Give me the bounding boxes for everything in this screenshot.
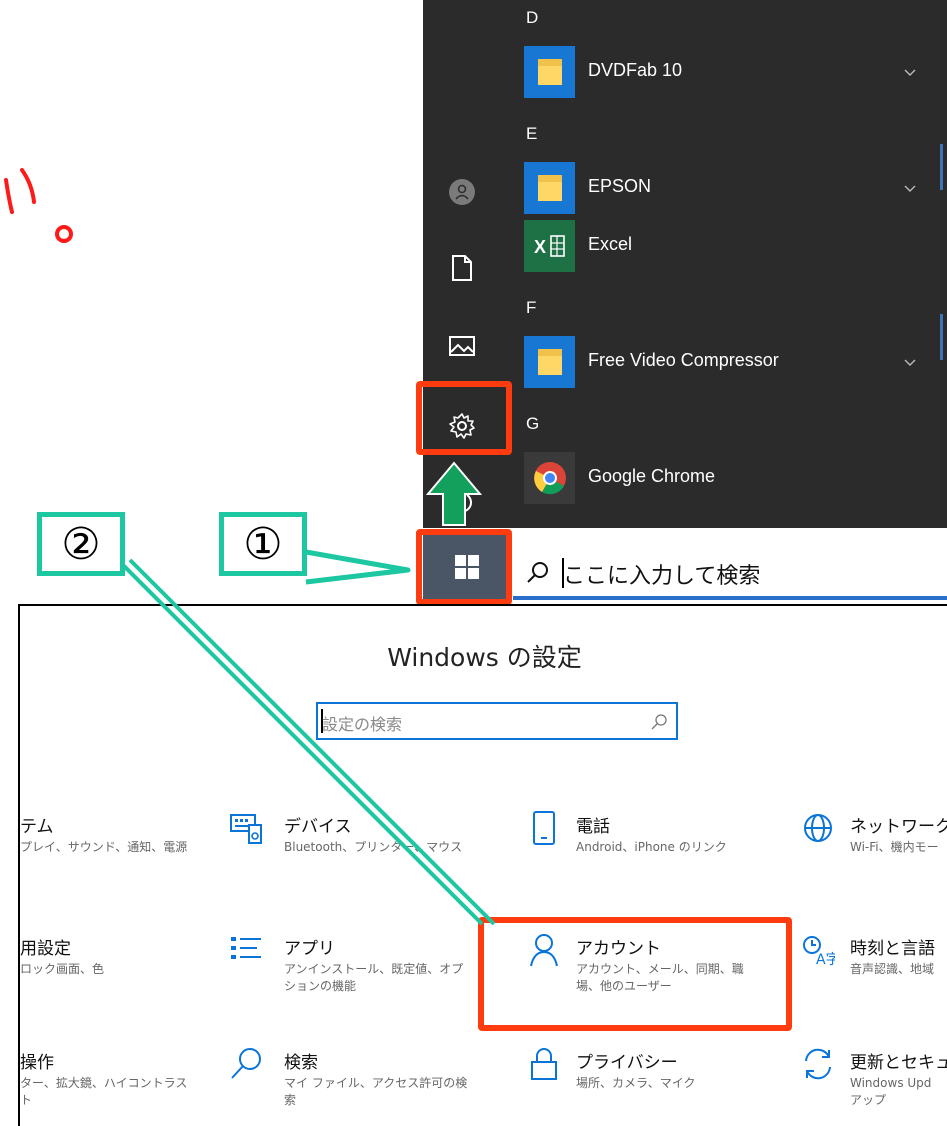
- handwritten-annotation: [0, 160, 80, 254]
- tile-title: プライバシー: [576, 1053, 678, 1073]
- tile-title: 更新とセキュ: [850, 1053, 947, 1073]
- gear-highlight-box: [416, 381, 512, 455]
- callout-step-1: ①: [219, 512, 307, 576]
- tile-privacy[interactable]: プライバシー 場所、カメラ、マイク: [524, 1044, 764, 1104]
- taskbar-search-box[interactable]: ここに入力して検索: [513, 548, 947, 600]
- tile-devices[interactable]: デバイス Bluetooth、プリンター、マウス: [226, 808, 466, 868]
- group-letter-d[interactable]: D: [526, 8, 538, 28]
- excel-icon: X: [524, 220, 575, 272]
- tile-edge: [940, 314, 943, 360]
- user-icon[interactable]: [444, 174, 480, 210]
- tile-title: 用設定: [20, 939, 71, 959]
- tile-title: アプリ: [284, 939, 335, 959]
- chevron-down-icon[interactable]: [904, 66, 916, 78]
- app-name: Google Chrome: [588, 466, 716, 486]
- tile-time-language[interactable]: A字 時刻と言語 音声認識、地域: [798, 930, 947, 990]
- tile-desc: アンインストール、既定値、オプションの機能: [284, 962, 464, 993]
- tile-search[interactable]: 検索 マイ ファイル、アクセス許可の検索: [226, 1044, 476, 1107]
- tile-ease-of-access[interactable]: 操作 ター、拡大鏡、ハイコントラスト: [0, 1044, 190, 1107]
- app-google-chrome[interactable]: Google Chrome: [524, 452, 916, 504]
- tile-desc: ロック画面、色: [20, 962, 105, 976]
- chevron-down-icon[interactable]: [904, 182, 916, 194]
- folder-icon: [524, 46, 575, 98]
- app-epson[interactable]: EPSON: [524, 162, 916, 214]
- tile-update-security[interactable]: 更新とセキュ Windows Upd アップ: [798, 1044, 947, 1114]
- tile-title: 電話: [576, 817, 610, 837]
- search-icon: [651, 714, 667, 730]
- search-placeholder: 設定の検索: [322, 715, 403, 734]
- chevron-down-icon[interactable]: [904, 356, 916, 368]
- keyboard-icon: [226, 808, 266, 848]
- tile-desc: 音声認識、地域: [850, 962, 935, 976]
- tile-personalization[interactable]: 用設定 ロック画面、色: [0, 930, 190, 990]
- svg-text:X: X: [534, 237, 546, 257]
- time-language-icon: A字: [798, 930, 838, 970]
- accounts-highlight-box: [478, 917, 792, 1031]
- tile-desc: ター、拡大鏡、ハイコントラスト: [20, 1076, 188, 1107]
- document-icon[interactable]: [444, 250, 480, 286]
- callout-step-2: ②: [37, 512, 125, 576]
- tile-title: ネットワークと: [850, 817, 947, 837]
- tile-desc: Android、iPhone のリンク: [576, 840, 727, 854]
- tile-title: デバイス: [284, 817, 352, 837]
- svg-text:A字: A字: [816, 952, 835, 966]
- app-name: EPSON: [588, 176, 652, 196]
- folder-icon: [524, 162, 575, 214]
- page-title: Windows の設定: [387, 643, 582, 672]
- group-letter-e[interactable]: E: [526, 124, 537, 144]
- app-name: Excel: [588, 234, 633, 254]
- settings-window: Windows の設定 設定の検索 テム プレイ、サウンド、通知、電源 デバイス…: [18, 604, 947, 1126]
- apps-list-icon: [226, 930, 266, 970]
- start-menu-rail: [423, 0, 501, 548]
- tile-system[interactable]: テム プレイ、サウンド、通知、電源: [0, 808, 190, 868]
- start-button-highlight-box: [416, 529, 512, 605]
- tile-desc: Bluetooth、プリンター、マウス: [284, 840, 463, 854]
- folder-icon: [524, 336, 575, 388]
- search-icon: [226, 1044, 266, 1084]
- power-icon[interactable]: [444, 484, 480, 520]
- tile-network[interactable]: ネットワークと Wi-Fi、機内モー: [798, 808, 947, 868]
- tile-title: テム: [20, 817, 54, 837]
- app-name: DVDFab 10: [588, 60, 683, 80]
- app-free-video-compressor[interactable]: Free Video Compressor: [524, 336, 916, 388]
- search-icon: [527, 562, 548, 583]
- tile-edge: [940, 144, 943, 190]
- tile-title: 検索: [284, 1053, 318, 1073]
- start-menu: D DVDFab 10 E EPSON X Excel F Free Video…: [423, 0, 947, 548]
- globe-icon: [798, 808, 838, 848]
- tile-desc: Windows Upd アップ: [850, 1076, 932, 1107]
- app-dvdfab[interactable]: DVDFab 10: [524, 46, 916, 98]
- group-letter-g[interactable]: G: [526, 414, 539, 434]
- callout-1-pointer: [305, 549, 411, 585]
- tile-title: 時刻と言語: [850, 939, 935, 959]
- lock-icon: [524, 1044, 564, 1084]
- settings-search-input[interactable]: 設定の検索: [316, 702, 678, 740]
- phone-icon: [524, 808, 564, 848]
- update-icon: [798, 1044, 838, 1084]
- search-placeholder: ここに入力して検索: [563, 564, 761, 589]
- chrome-icon: [524, 452, 575, 504]
- tile-phone[interactable]: 電話 Android、iPhone のリンク: [524, 808, 764, 868]
- tile-apps[interactable]: アプリ アンインストール、既定値、オプションの機能: [226, 930, 476, 1000]
- pictures-icon[interactable]: [444, 328, 480, 364]
- tile-title: 操作: [20, 1053, 54, 1073]
- tile-desc: マイ ファイル、アクセス許可の検索: [284, 1076, 468, 1107]
- tile-desc: 場所、カメラ、マイク: [576, 1076, 696, 1090]
- tile-desc: プレイ、サウンド、通知、電源: [20, 840, 188, 854]
- group-letter-f[interactable]: F: [526, 298, 536, 318]
- tile-desc: Wi-Fi、機内モー: [850, 840, 939, 854]
- app-name: Free Video Compressor: [588, 350, 779, 370]
- app-excel[interactable]: X Excel: [524, 220, 916, 272]
